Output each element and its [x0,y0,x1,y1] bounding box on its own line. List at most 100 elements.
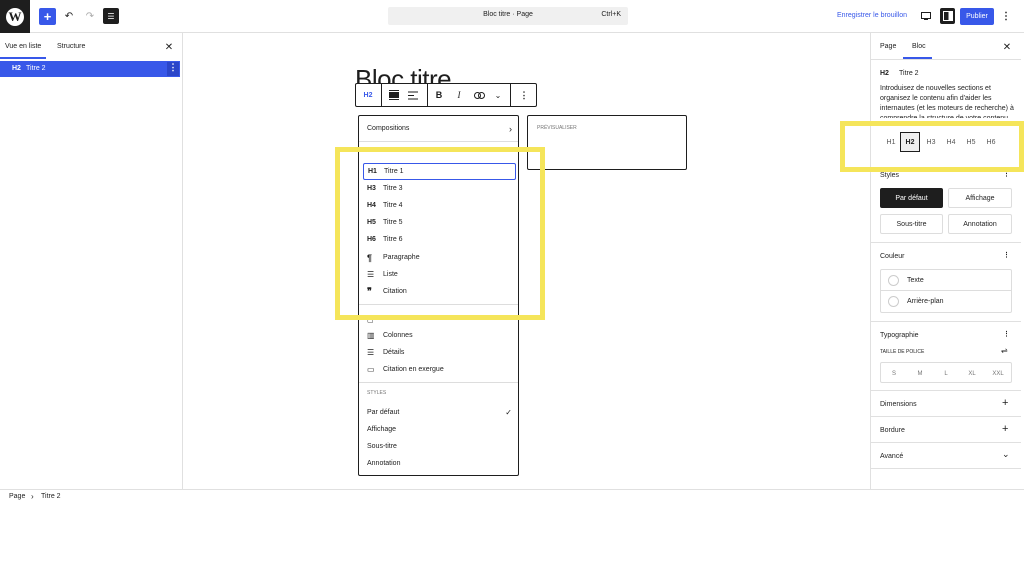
undo-button[interactable]: ↶ [62,9,76,23]
bold-icon: B [435,90,443,100]
dimensions-panel-toggle[interactable]: Dimensions [880,401,917,408]
panel-divider [871,321,1021,322]
size-m-button[interactable]: M [907,363,933,384]
publish-button[interactable]: Publier [960,8,994,25]
chevron-right-icon: › [509,123,512,134]
style-annotation-button[interactable]: Annotation [948,214,1012,234]
settings-sidebar: Page Bloc ✕ H2 Titre 2 Introduisez de no… [870,33,1024,490]
toolbar-divider [381,84,382,106]
border-panel-toggle[interactable]: Bordure [880,427,905,434]
color-text-item[interactable]: Texte [881,270,1011,291]
link-button[interactable] [471,84,487,106]
check-icon: ✓ [505,408,512,417]
item-options-button[interactable]: ⋮ [167,62,179,76]
sidebar-icon [942,11,953,21]
wrap-item-columns[interactable]: ▥ Colonnes [367,328,413,343]
font-size-label: TAILLE DE POLICE [880,349,925,355]
panel-divider [871,242,1021,243]
more-vertical-icon: ⋮ [1001,10,1011,22]
chevron-right-icon: › [31,492,34,501]
menu-item-label: Par défaut [367,409,400,416]
size-s-button[interactable]: S [881,363,907,384]
block-description: Introduisez de nouvelles sections et org… [880,85,1014,118]
italic-button[interactable]: I [452,84,466,106]
toolbar-divider [427,84,428,106]
menu-item-label: Affichage [367,426,397,433]
wrap-item-details[interactable]: ☰ Détails [367,345,404,360]
menu-item-label: Colonnes [383,332,413,339]
size-xxl-button[interactable]: XXL [985,363,1011,384]
list-item-label: Titre 2 [26,65,46,72]
preview-label: PRÉVISUALISER [537,125,577,131]
menu-item-label: Détails [383,349,405,356]
style-item-annotation[interactable]: Annotation [367,456,400,471]
advanced-panel-toggle[interactable]: Avancé [880,453,903,460]
close-icon: ✕ [164,41,174,53]
more-formats-button[interactable]: ⌄ [491,84,505,106]
typography-options-button[interactable]: ⋮ [1003,330,1010,338]
style-subtitle-button[interactable]: Sous-titre [880,214,943,234]
columns-icon: ▥ [367,331,375,340]
plus-icon[interactable]: + [1002,423,1008,435]
style-display-button[interactable]: Affichage [948,188,1012,208]
settings-sliders-icon: ⇌ [1001,346,1008,355]
size-xl-button[interactable]: XL [959,363,985,384]
color-settings: Texte Arrière-plan [880,269,1012,313]
styles-section-label: STYLES [367,390,387,396]
text-align-button[interactable] [405,84,421,106]
wrap-item-pullquote[interactable]: ▭ Citation en exergue [367,362,444,377]
breadcrumb-heading[interactable]: Titre 2 [41,493,61,500]
tab-page[interactable]: Page [880,43,896,50]
details-icon: ☰ [367,348,375,357]
align-left-icon [408,91,418,99]
close-icon: ✕ [1002,41,1012,53]
tab-list-view[interactable]: Vue en liste [5,43,41,50]
style-item-subtitle[interactable]: Sous-titre [367,439,397,454]
toolbar-divider [510,84,511,106]
size-l-button[interactable]: L [933,363,959,384]
block-options-button[interactable]: ⋮ [516,84,532,106]
preview-button[interactable] [919,9,933,23]
color-swatch [888,274,899,286]
command-palette-bar[interactable]: Bloc titre · Page Ctrl+K [388,7,628,25]
heading-level-button[interactable]: H2 [356,84,380,106]
style-item-default[interactable]: Par défaut ✓ [367,405,512,420]
menu-divider [359,382,518,383]
document-overview-button[interactable]: ☰ [103,8,119,24]
color-background-item[interactable]: Arrière-plan [881,291,1011,312]
menu-item-label: Sous-titre [367,443,397,450]
more-vertical-icon: ⋮ [519,89,529,100]
list-item[interactable]: H2 Titre 2 ⋮ [0,61,180,77]
redo-button[interactable]: ↷ [83,9,97,23]
tab-structure[interactable]: Structure [57,43,85,50]
align-wide-button[interactable] [386,84,402,106]
undo-icon: ↶ [64,10,74,22]
style-item-display[interactable]: Affichage [367,422,396,437]
bold-button[interactable]: B [432,84,446,106]
options-button[interactable]: ⋮ [1000,9,1012,23]
color-options-button[interactable]: ⋮ [1003,251,1010,259]
wordpress-icon: W [6,7,24,26]
menu-divider [359,141,518,142]
block-inserter-button[interactable]: + [39,8,56,25]
panel-divider [871,468,1021,469]
chevron-down-icon[interactable]: ⌄ [1002,449,1010,460]
list-view-icon: ☰ [107,11,115,21]
custom-size-button[interactable]: ⇌ [1001,346,1008,355]
compositions-menu-item[interactable]: Compositions › [367,121,512,136]
breadcrumb: Page › Titre 2 [0,489,1024,505]
breadcrumb-page[interactable]: Page [9,493,25,500]
settings-toggle-button[interactable] [940,8,955,24]
style-default-button[interactable]: Par défaut [880,188,943,208]
align-wide-icon [389,90,399,100]
close-panel-button[interactable]: ✕ [163,41,175,53]
color-heading: Couleur [880,253,905,260]
font-size-picker: S M L XL XXL [880,362,1012,383]
panel-divider [871,416,1021,417]
plus-icon[interactable]: + [1002,397,1008,409]
close-sidebar-button[interactable]: ✕ [1001,41,1013,53]
wordpress-logo[interactable]: W [0,0,30,33]
shortcut-hint: Ctrl+K [601,11,621,18]
tab-block[interactable]: Bloc [912,43,926,50]
save-draft-button[interactable]: Enregistrer le brouillon [837,12,907,19]
